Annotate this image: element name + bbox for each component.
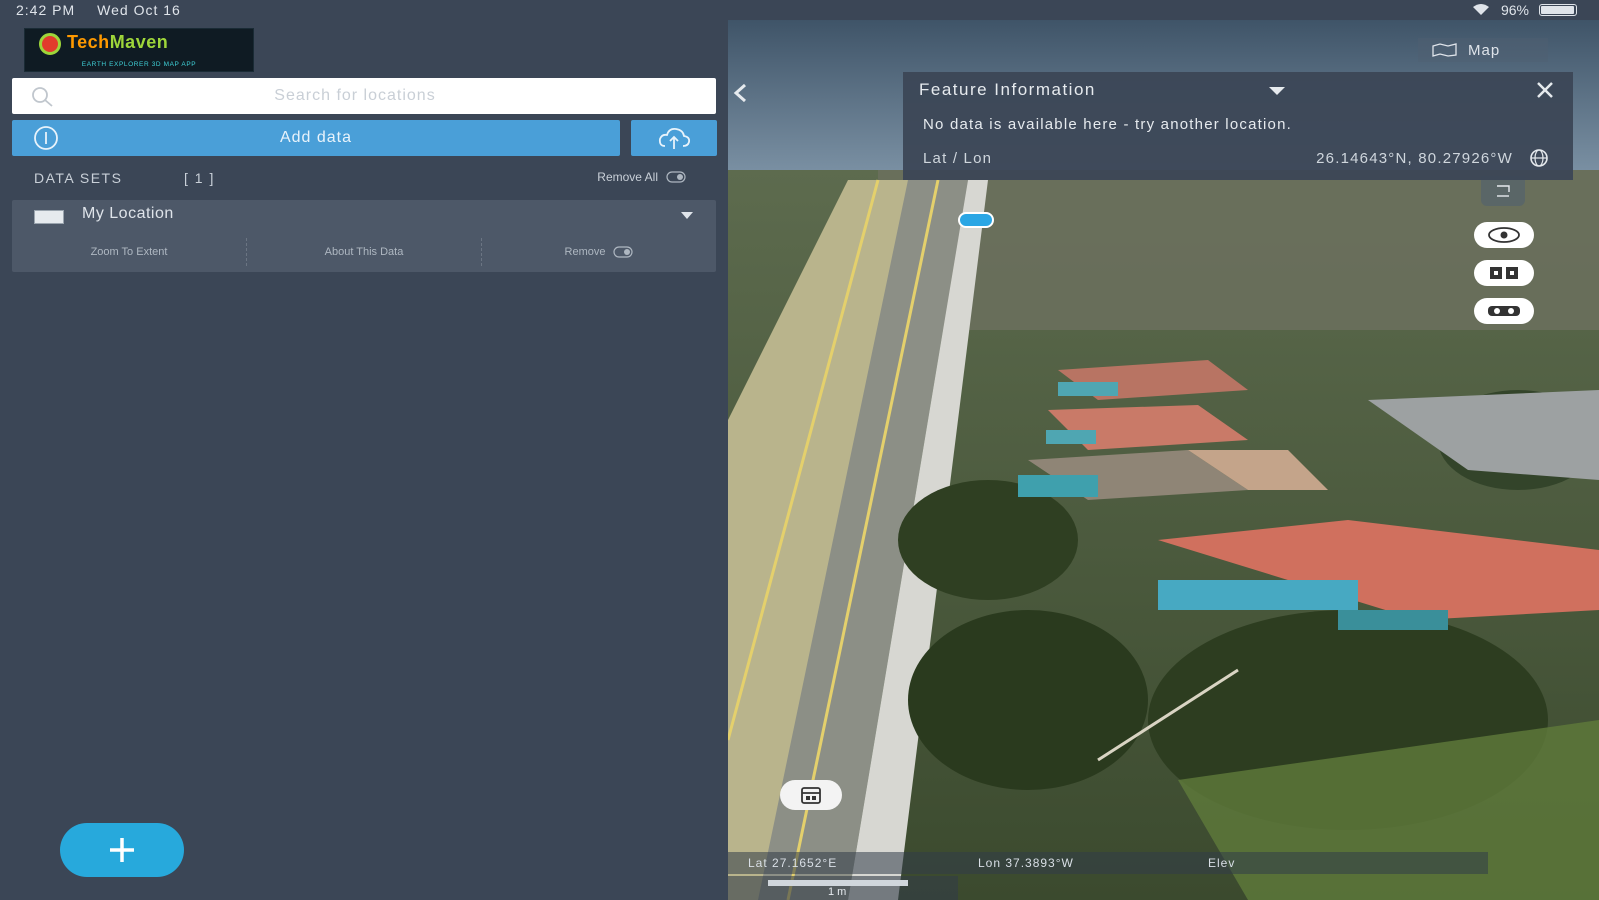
dataset-name: My Location (82, 205, 174, 222)
plus-icon (110, 838, 134, 862)
map-icon (1432, 43, 1457, 57)
battery-percent: 96% (1500, 2, 1529, 18)
coord-lon: Lon 37.3893°W (978, 856, 1074, 870)
close-icon[interactable] (1535, 80, 1555, 100)
zoom-to-extent-button[interactable]: Zoom To Extent (12, 238, 247, 266)
search-icon (32, 87, 53, 107)
grid-icon (1490, 267, 1518, 279)
compass-tab[interactable] (1481, 176, 1525, 206)
dataset-legend-swatch (34, 210, 64, 224)
globe-icon[interactable] (1529, 148, 1549, 168)
vr-mode-button[interactable] (1474, 298, 1534, 324)
logo-subtitle: EARTH EXPLORER 3D MAP APP (81, 61, 197, 68)
vr-goggles-icon (1488, 306, 1520, 316)
chevron-down-icon[interactable] (1268, 86, 1286, 96)
add-fab-button[interactable] (60, 823, 184, 877)
logo-title-part1: Tech (67, 32, 110, 52)
coord-elev: Elev (1208, 856, 1236, 870)
datasets-count: [ 1 ] (184, 170, 215, 186)
remove-dataset-label: Remove (564, 246, 606, 258)
eye-icon (1488, 227, 1520, 243)
chevron-down-icon[interactable] (680, 210, 694, 220)
app-logo: TechMaven EARTH EXPLORER 3D MAP APP (24, 28, 254, 72)
map-mode-toggle[interactable]: Map (1418, 38, 1548, 62)
logo-globe-icon (39, 33, 61, 55)
collapse-panel-icon[interactable] (728, 80, 754, 106)
scale-label: 1 m (828, 886, 847, 898)
upload-data-button[interactable] (631, 120, 717, 156)
my-location-marker[interactable] (958, 212, 994, 228)
toggle-icon (613, 246, 634, 258)
calendar-icon (801, 787, 821, 804)
search-box[interactable] (12, 78, 716, 114)
toggle-icon (666, 171, 686, 183)
remove-all-label: Remove All (597, 170, 658, 184)
latlon-label: Lat / Lon (923, 150, 993, 167)
logo-title-part2: Maven (109, 32, 169, 52)
feature-panel-title: Feature Information (919, 80, 1096, 99)
about-this-data-button[interactable]: About This Data (247, 238, 482, 266)
sun-position-button[interactable] (780, 780, 842, 810)
layout-toggle-button[interactable] (1474, 260, 1534, 286)
remove-dataset-button[interactable]: Remove (482, 238, 716, 266)
cloud-upload-icon (658, 127, 691, 149)
status-date: Wed Oct 16 (97, 2, 181, 18)
add-data-button[interactable]: Add data (12, 120, 620, 156)
wifi-icon (1472, 4, 1489, 15)
status-time: 2:42 PM (16, 2, 76, 18)
left-panel: TechMaven EARTH EXPLORER 3D MAP APP Add … (0, 20, 728, 900)
datasets-title: DATA SETS (34, 170, 123, 186)
dataset-item[interactable]: My Location Zoom To Extent About This Da… (12, 200, 716, 272)
latlon-value: 26.14643°N, 80.27926°W (1316, 150, 1513, 167)
scale-bar: 1 m (728, 876, 958, 900)
view-mode-button[interactable] (1474, 222, 1534, 248)
feature-message: No data is available here - try another … (923, 116, 1292, 133)
battery-icon (1539, 4, 1577, 16)
coordinate-readout: Lat 27.1652°E Lon 37.3893°W Elev (728, 852, 1488, 874)
coord-lat: Lat 27.1652°E (748, 856, 838, 870)
datasets-header: DATA SETS [ 1 ] Remove All (12, 160, 716, 196)
feature-information-panel: Feature Information No data is available… (903, 72, 1573, 180)
search-input[interactable] (72, 78, 716, 114)
remove-all-button[interactable]: Remove All (597, 170, 686, 184)
map-toggle-label: Map (1468, 41, 1501, 59)
add-data-label: Add data (279, 129, 353, 146)
status-bar: 2:42 PM Wed Oct 16 96% (0, 0, 1599, 20)
compass-icon (1497, 185, 1510, 197)
